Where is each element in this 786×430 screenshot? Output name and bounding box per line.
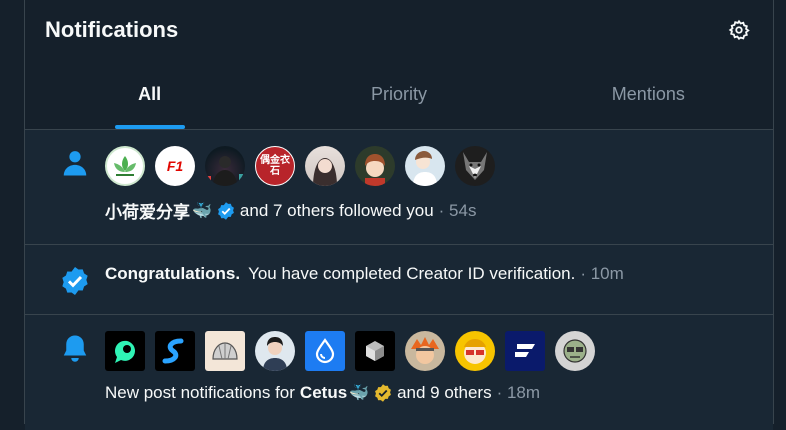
avatar-shell[interactable] xyxy=(205,331,245,371)
header: Notifications xyxy=(25,0,773,60)
avatar-seal[interactable]: 偶金衣石 xyxy=(255,146,295,186)
verified-badge-icon xyxy=(59,265,91,297)
timestamp: · 18m xyxy=(496,383,541,402)
avatar-f1[interactable]: F1 xyxy=(155,146,195,186)
notification-text: 小荷爱分享 🐳 and 7 others followed you · 54s xyxy=(105,198,773,223)
action-text: and 9 others xyxy=(397,383,492,402)
highlight-text: Congratulations. xyxy=(105,264,241,283)
avatar-drop[interactable] xyxy=(305,331,345,371)
notifications-panel: Notifications All Priority Mentions F1 偶… xyxy=(24,0,774,430)
notification-new-posts[interactable]: New post notifications for Cetus 🐳 and 9… xyxy=(25,315,773,430)
avatar-green-bubble[interactable] xyxy=(105,331,145,371)
tab-all[interactable]: All xyxy=(25,60,274,129)
avatar-f-logo[interactable] xyxy=(505,331,545,371)
avatar-person[interactable] xyxy=(255,331,295,371)
avatar-lotus[interactable] xyxy=(105,146,145,186)
avatar-cube[interactable] xyxy=(355,331,395,371)
tab-priority[interactable]: Priority xyxy=(274,60,523,129)
avatar-dark[interactable] xyxy=(205,146,245,186)
verified-badge-icon xyxy=(216,201,236,221)
avatar-girl[interactable] xyxy=(305,146,345,186)
gear-icon xyxy=(728,19,750,40)
notification-follow[interactable]: F1 偶金衣石 小荷爱分享 🐳 and 7 others followed yo… xyxy=(25,130,773,245)
avatar-sketch[interactable] xyxy=(405,146,445,186)
timestamp: · 54s xyxy=(438,200,477,220)
message-text: You have completed Creator ID verificati… xyxy=(248,264,576,283)
avatar-row xyxy=(105,315,773,371)
person-icon xyxy=(59,147,91,179)
notification-verification[interactable]: Congratulations. You have completed Crea… xyxy=(25,245,773,315)
user-name[interactable]: Cetus xyxy=(300,383,347,403)
avatar-ninja[interactable] xyxy=(405,331,445,371)
verified-gold-badge-icon xyxy=(373,383,393,403)
avatar-anime-boy[interactable] xyxy=(355,146,395,186)
timestamp: · 10m xyxy=(580,264,624,283)
bell-icon xyxy=(59,332,91,364)
action-text: and 7 others followed you xyxy=(239,200,434,220)
page-title: Notifications xyxy=(45,17,179,42)
tab-bar: All Priority Mentions xyxy=(25,60,773,130)
avatar-husky[interactable] xyxy=(455,146,495,186)
avatar-row: F1 偶金衣石 xyxy=(105,130,773,186)
prefix-text: New post notifications for xyxy=(105,383,295,402)
whale-emoji: 🐳 xyxy=(192,202,212,220)
tab-mentions[interactable]: Mentions xyxy=(524,60,773,129)
notification-text: New post notifications for Cetus 🐳 and 9… xyxy=(105,383,773,403)
notification-text: Congratulations. You have completed Crea… xyxy=(105,245,773,284)
avatar-zombie[interactable] xyxy=(555,331,595,371)
whale-emoji: 🐳 xyxy=(349,385,370,402)
user-name[interactable]: 小荷爱分享 xyxy=(105,198,190,223)
avatar-cartoon[interactable] xyxy=(455,331,495,371)
avatar-s-logo[interactable] xyxy=(155,331,195,371)
settings-button[interactable] xyxy=(725,16,753,44)
